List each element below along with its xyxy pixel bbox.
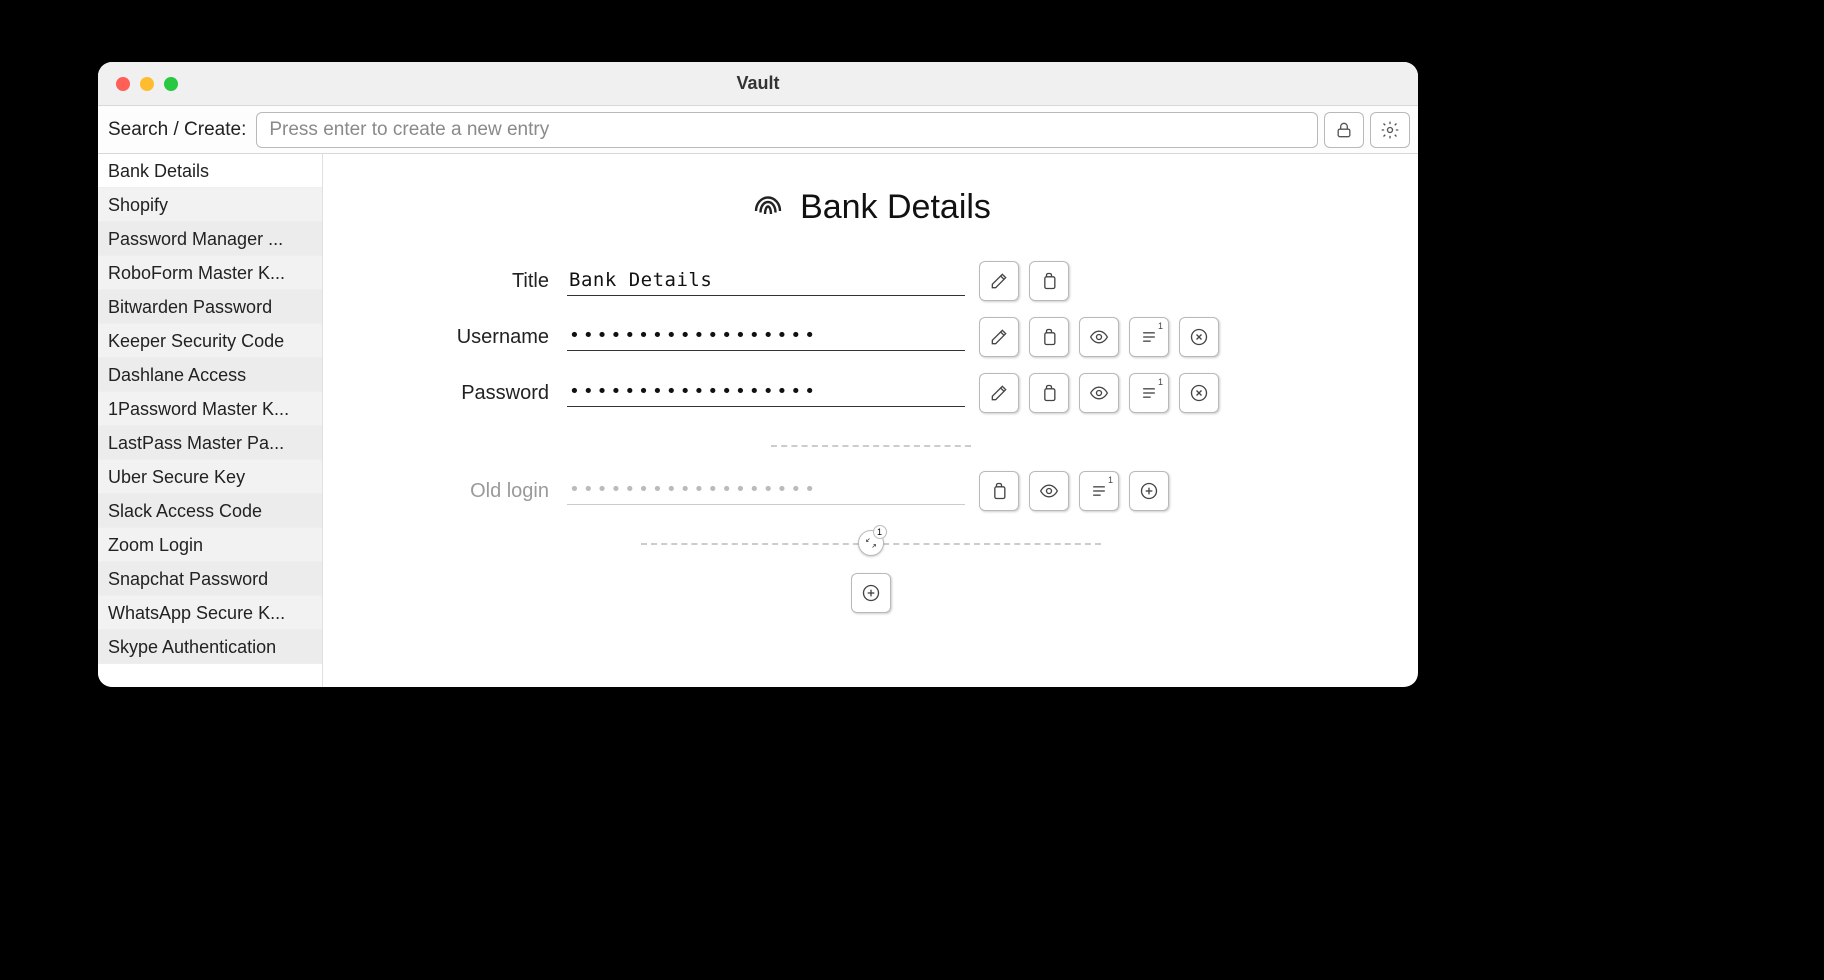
collapse-toggle[interactable]: 1 (858, 530, 884, 556)
edit-button[interactable] (979, 373, 1019, 413)
list-item[interactable]: RoboForm Master K... (98, 256, 322, 290)
add-field-row (353, 573, 1388, 613)
textarea-button[interactable]: 1 (1079, 471, 1119, 511)
toolbar: Search / Create: (98, 106, 1418, 154)
list-item[interactable]: Skype Authentication (98, 630, 322, 664)
app-window: Vault Search / Create: Bank DetailsShopi… (98, 62, 1418, 687)
add-icon (861, 583, 881, 603)
search-input[interactable] (256, 112, 1318, 148)
copy-button[interactable] (1029, 261, 1069, 301)
zoom-window-button[interactable] (164, 77, 178, 91)
fingerprint-icon (750, 190, 786, 226)
body: Bank DetailsShopifyPassword Manager ...R… (98, 154, 1418, 687)
entry-detail: Bank Details Title Bank Details Username… (323, 154, 1418, 687)
field-label: Title (353, 270, 553, 293)
entry-title: Bank Details (800, 188, 991, 227)
reveal-button[interactable] (1079, 317, 1119, 357)
field-row-password: Password •••••••••••••••••• 1 (353, 373, 1388, 413)
clear-button[interactable] (1179, 317, 1219, 357)
clipboard-icon (1039, 383, 1059, 403)
search-label: Search / Create: (108, 119, 250, 141)
settings-button[interactable] (1370, 112, 1410, 148)
minimize-window-button[interactable] (140, 77, 154, 91)
edit-button[interactable] (979, 317, 1019, 357)
field-label: Old login (353, 480, 553, 503)
field-actions: 1 (979, 373, 1219, 413)
field-row-title: Title Bank Details (353, 261, 1388, 301)
field-row-oldlogin: Old login •••••••••••••••••• 1 (353, 471, 1388, 511)
list-item[interactable]: 1Password Master K... (98, 392, 322, 426)
field-value: Bank Details (567, 267, 965, 296)
list-item[interactable]: Uber Secure Key (98, 460, 322, 494)
field-value: •••••••••••••••••• (567, 379, 965, 407)
field-row-username: Username •••••••••••••••••• 1 (353, 317, 1388, 357)
reveal-button[interactable] (1079, 373, 1119, 413)
clear-icon (1189, 383, 1209, 403)
list-item[interactable]: Shopify (98, 188, 322, 222)
lock-icon (1334, 120, 1354, 140)
add-field-button[interactable] (851, 573, 891, 613)
textarea-icon (1139, 383, 1159, 403)
close-window-button[interactable] (116, 77, 130, 91)
entry-list[interactable]: Bank DetailsShopifyPassword Manager ...R… (98, 154, 323, 687)
clipboard-icon (1039, 327, 1059, 347)
list-item[interactable]: Bitwarden Password (98, 290, 322, 324)
edit-button[interactable] (979, 261, 1019, 301)
collapse-count: 1 (873, 525, 887, 539)
list-item[interactable]: Password Manager ... (98, 222, 322, 256)
textarea-button[interactable]: 1 (1129, 373, 1169, 413)
clear-button[interactable] (1179, 373, 1219, 413)
field-value: •••••••••••••••••• (567, 477, 965, 505)
eye-icon (1089, 327, 1109, 347)
field-value: •••••••••••••••••• (567, 323, 965, 351)
gear-icon (1380, 120, 1400, 140)
field-label: Username (353, 326, 553, 349)
list-item[interactable]: WhatsApp Secure K... (98, 596, 322, 630)
edit-icon (989, 327, 1009, 347)
textarea-icon (1089, 481, 1109, 501)
lock-button[interactable] (1324, 112, 1364, 148)
copy-button[interactable] (1029, 373, 1069, 413)
collapse-icon (865, 537, 877, 549)
list-item[interactable]: Snapchat Password (98, 562, 322, 596)
list-item[interactable]: Zoom Login (98, 528, 322, 562)
add-button[interactable] (1129, 471, 1169, 511)
reveal-button[interactable] (1029, 471, 1069, 511)
copy-button[interactable] (979, 471, 1019, 511)
list-item[interactable]: Bank Details (98, 154, 322, 188)
clipboard-icon (989, 481, 1009, 501)
field-actions (979, 261, 1069, 301)
field-actions: 1 (979, 471, 1169, 511)
titlebar: Vault (98, 62, 1418, 106)
textarea-icon (1139, 327, 1159, 347)
field-label: Password (353, 382, 553, 405)
eye-icon (1089, 383, 1109, 403)
window-controls (116, 77, 178, 91)
clipboard-icon (1039, 271, 1059, 291)
list-item[interactable]: Dashlane Access (98, 358, 322, 392)
list-item[interactable]: LastPass Master Pa... (98, 426, 322, 460)
list-item[interactable]: Keeper Security Code (98, 324, 322, 358)
add-icon (1139, 481, 1159, 501)
eye-icon (1039, 481, 1059, 501)
copy-button[interactable] (1029, 317, 1069, 357)
section-divider (771, 445, 971, 447)
list-item[interactable]: Slack Access Code (98, 494, 322, 528)
edit-icon (989, 271, 1009, 291)
clear-icon (1189, 327, 1209, 347)
edit-icon (989, 383, 1009, 403)
entry-header: Bank Details (353, 188, 1388, 227)
textarea-button[interactable]: 1 (1129, 317, 1169, 357)
window-title: Vault (98, 73, 1418, 94)
field-actions: 1 (979, 317, 1219, 357)
